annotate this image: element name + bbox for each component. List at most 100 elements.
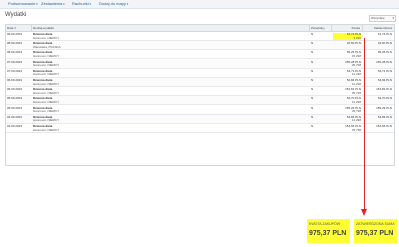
amount-foreign-value: 12,298 bbox=[351, 99, 361, 104]
table-row[interactable]: 05.09.2023 Dzienna dieta Hannover, NIEMCY N… bbox=[6, 96, 394, 106]
cell-approved: 22,60 PLN bbox=[377, 41, 392, 46]
page-title: Wydatki bbox=[5, 12, 27, 18]
table-row[interactable]: 06.09.2023 Dzienna dieta Hannover, NIEMCY N… bbox=[6, 78, 394, 87]
expense-location: Hannover, NIEMCY bbox=[33, 53, 60, 58]
table-row[interactable]: 07.09.2023 Dzienna dieta Hannover, NIEMCY N… bbox=[6, 69, 394, 78]
expense-location: Hannover, NIEMCY bbox=[33, 99, 60, 104]
cell-date: 08.09.2023 bbox=[7, 50, 23, 55]
header-approved-label: Zatwierdzona bbox=[373, 26, 392, 30]
approved-sum-box: ZATWIERDZONA SUMA 975,37 PLN bbox=[354, 219, 397, 243]
table-row[interactable]: 04.09.2023 Dzienna dieta Hannover, NIEMCY N… bbox=[6, 114, 394, 124]
expense-location: Hannover, NIEMCY bbox=[33, 63, 60, 68]
cell-approved: 65,25 PLN bbox=[377, 50, 392, 55]
cell-reimbursable: N bbox=[311, 50, 314, 55]
header-approved[interactable]: Zatwierdzona bbox=[363, 25, 394, 31]
cell-date: 08.09.2023 bbox=[7, 41, 23, 46]
nav-podsumowanie[interactable]: Podsumowanie bbox=[8, 1, 38, 7]
cell-reimbursable: N bbox=[311, 114, 314, 119]
cell-amount: 16,74 PLN 4,036 bbox=[332, 32, 363, 40]
cell-date: 05.09.2023 bbox=[7, 96, 23, 101]
cell-reimbursable: N bbox=[311, 32, 314, 36]
cell-approved: 16,74 PLN bbox=[377, 32, 392, 36]
cell-date: 09.09.2023 bbox=[7, 32, 23, 36]
expense-location: Hannover, NIEMCY bbox=[33, 118, 60, 123]
filter-select[interactable]: Wszystkie ▾ bbox=[369, 15, 396, 22]
cell-amount: 65,25 PLN 15,298 bbox=[332, 50, 363, 58]
header-reimbursable-label: Zwracalny bbox=[311, 26, 325, 30]
filter-select-value: Wszystkie bbox=[371, 16, 385, 20]
cell-reimbursable: N bbox=[311, 124, 314, 128]
cell-amount: 54,84 PLN 12,298 bbox=[332, 78, 363, 86]
header-date-label: Data bbox=[7, 26, 14, 30]
amount-value: 22,60 PLN bbox=[346, 41, 361, 46]
cell-amount: 54,83 PLN 12,298 bbox=[332, 115, 363, 123]
table-row[interactable]: 07.09.2023 Dzienna dieta Hannover, NIEMCY N… bbox=[6, 59, 394, 69]
cell-approved: 154,81 PLN bbox=[376, 87, 392, 92]
expense-location: Hannover, NIEMCY bbox=[33, 81, 60, 86]
header-name[interactable]: Rodzaj wydatku bbox=[32, 25, 310, 31]
amount-foreign-value: 15,298 bbox=[351, 53, 361, 58]
nav-rachunki[interactable]: Rachunki bbox=[72, 1, 91, 7]
cell-name: Dzienna dieta Hannover, NIEMCY bbox=[32, 106, 310, 114]
cell-approved: 54,83 PLN bbox=[377, 114, 392, 119]
amount-foreign-value: 12,298 bbox=[351, 72, 361, 77]
cell-approved: 54,84 PLN bbox=[377, 78, 392, 82]
cell-approved: 154,66 PLN bbox=[376, 124, 392, 128]
expense-location: Warszawa, POLSKA bbox=[33, 44, 61, 49]
expense-location: Hannover, NIEMCY bbox=[33, 127, 60, 132]
cell-amount: 22,60 PLN bbox=[332, 41, 363, 49]
cell-date: 04.09.2023 bbox=[7, 124, 23, 128]
nav-zestawienia[interactable]: Zestawienia bbox=[41, 1, 65, 7]
total-amount-label: KWOTA ZAKUPÓW bbox=[309, 222, 341, 226]
cell-date: 06.09.2023 bbox=[7, 87, 23, 92]
cell-reimbursable: N bbox=[311, 96, 314, 101]
cell-approved: 54,71 PLN bbox=[377, 68, 392, 73]
cell-reimbursable: N bbox=[311, 105, 314, 110]
header-amount[interactable]: Kwota bbox=[332, 25, 363, 31]
table-row[interactable]: 08.09.2023 Dzienna dieta Hannover, NIEMCY N… bbox=[6, 50, 394, 60]
expenses-table: Data▾ Rodzaj wydatku Zwracalny Kwota Zat… bbox=[5, 24, 395, 166]
table-row[interactable]: 04.09.2023 Dzienna dieta Hannover, NIEMCY N… bbox=[6, 124, 394, 133]
cell-name: Dzienna dieta Hannover, NIEMCY bbox=[32, 124, 310, 132]
header-date[interactable]: Data▾ bbox=[6, 25, 32, 31]
cell-date: 04.09.2023 bbox=[7, 114, 23, 119]
cell-date: 06.09.2023 bbox=[7, 78, 23, 82]
expense-location: Hannover, NIEMCY bbox=[33, 35, 60, 40]
cell-name: Dzienna dieta Hannover, NIEMCY bbox=[32, 96, 310, 104]
cell-reimbursable: N bbox=[311, 68, 314, 73]
table-row[interactable]: 09.09.2023 Dzienna dieta Hannover, NIEMCY N… bbox=[6, 32, 394, 41]
expense-location: Hannover, NIEMCY bbox=[33, 109, 60, 114]
amount-foreign-value: 35,798 bbox=[351, 90, 361, 95]
cell-amount: 54,70 PLN 12,298 bbox=[332, 96, 363, 104]
sort-desc-icon: ▾ bbox=[14, 26, 16, 30]
nav-dodaj-do-mapy[interactable]: Dodaj do mapy bbox=[99, 1, 128, 7]
cell-reimbursable: N bbox=[311, 78, 314, 82]
table-row[interactable]: 08.09.2023 Dzienna dieta Warszawa, POLSKA N… bbox=[6, 41, 394, 51]
chevron-down-icon: ▾ bbox=[392, 16, 394, 20]
cell-name: Dzienna dieta Hannover, NIEMCY bbox=[32, 87, 310, 95]
total-amount-box: KWOTA ZAKUPÓW 975,37 PLN bbox=[307, 219, 350, 243]
cell-name: Dzienna dieta Hannover, NIEMCY bbox=[32, 78, 310, 86]
table-row[interactable]: 05.09.2023 Dzienna dieta Hannover, NIEMCY N… bbox=[6, 106, 394, 115]
amount-foreign-value: 35,798 bbox=[351, 63, 361, 68]
top-navigation-bar: Podsumowanie Zestawienia Rachunki Dodaj … bbox=[0, 0, 399, 9]
cell-amount: 155,29 PLN 35,798 bbox=[332, 106, 363, 114]
cell-reimbursable: N bbox=[311, 59, 314, 64]
cell-approved: 155,29 PLN bbox=[376, 105, 392, 110]
header-name-label: Rodzaj wydatku bbox=[33, 26, 55, 30]
expense-location: Hannover, NIEMCY bbox=[33, 90, 60, 95]
cell-name: Dzienna dieta Hannover, NIEMCY bbox=[32, 32, 310, 40]
approved-sum-value: 975,37 PLN bbox=[356, 230, 394, 237]
cell-name: Dzienna dieta Warszawa, POLSKA bbox=[32, 41, 310, 49]
cell-reimbursable: N bbox=[311, 87, 314, 92]
expense-location: Hannover, NIEMCY bbox=[33, 72, 60, 77]
cell-amount: 154,66 PLN 35,798 bbox=[332, 124, 363, 132]
arrow-down-icon bbox=[361, 209, 367, 216]
annotation-arrow-line bbox=[364, 38, 365, 210]
table-row[interactable]: 06.09.2023 Dzienna dieta Hannover, NIEMCY N… bbox=[6, 87, 394, 97]
header-amount-label: Kwota bbox=[351, 26, 360, 30]
amount-foreign-value: 35,798 bbox=[351, 127, 361, 132]
cell-approved: 155,28 PLN bbox=[376, 59, 392, 64]
header-reimbursable[interactable]: Zwracalny bbox=[310, 25, 332, 31]
total-amount-value: 975,37 PLN bbox=[309, 230, 347, 237]
